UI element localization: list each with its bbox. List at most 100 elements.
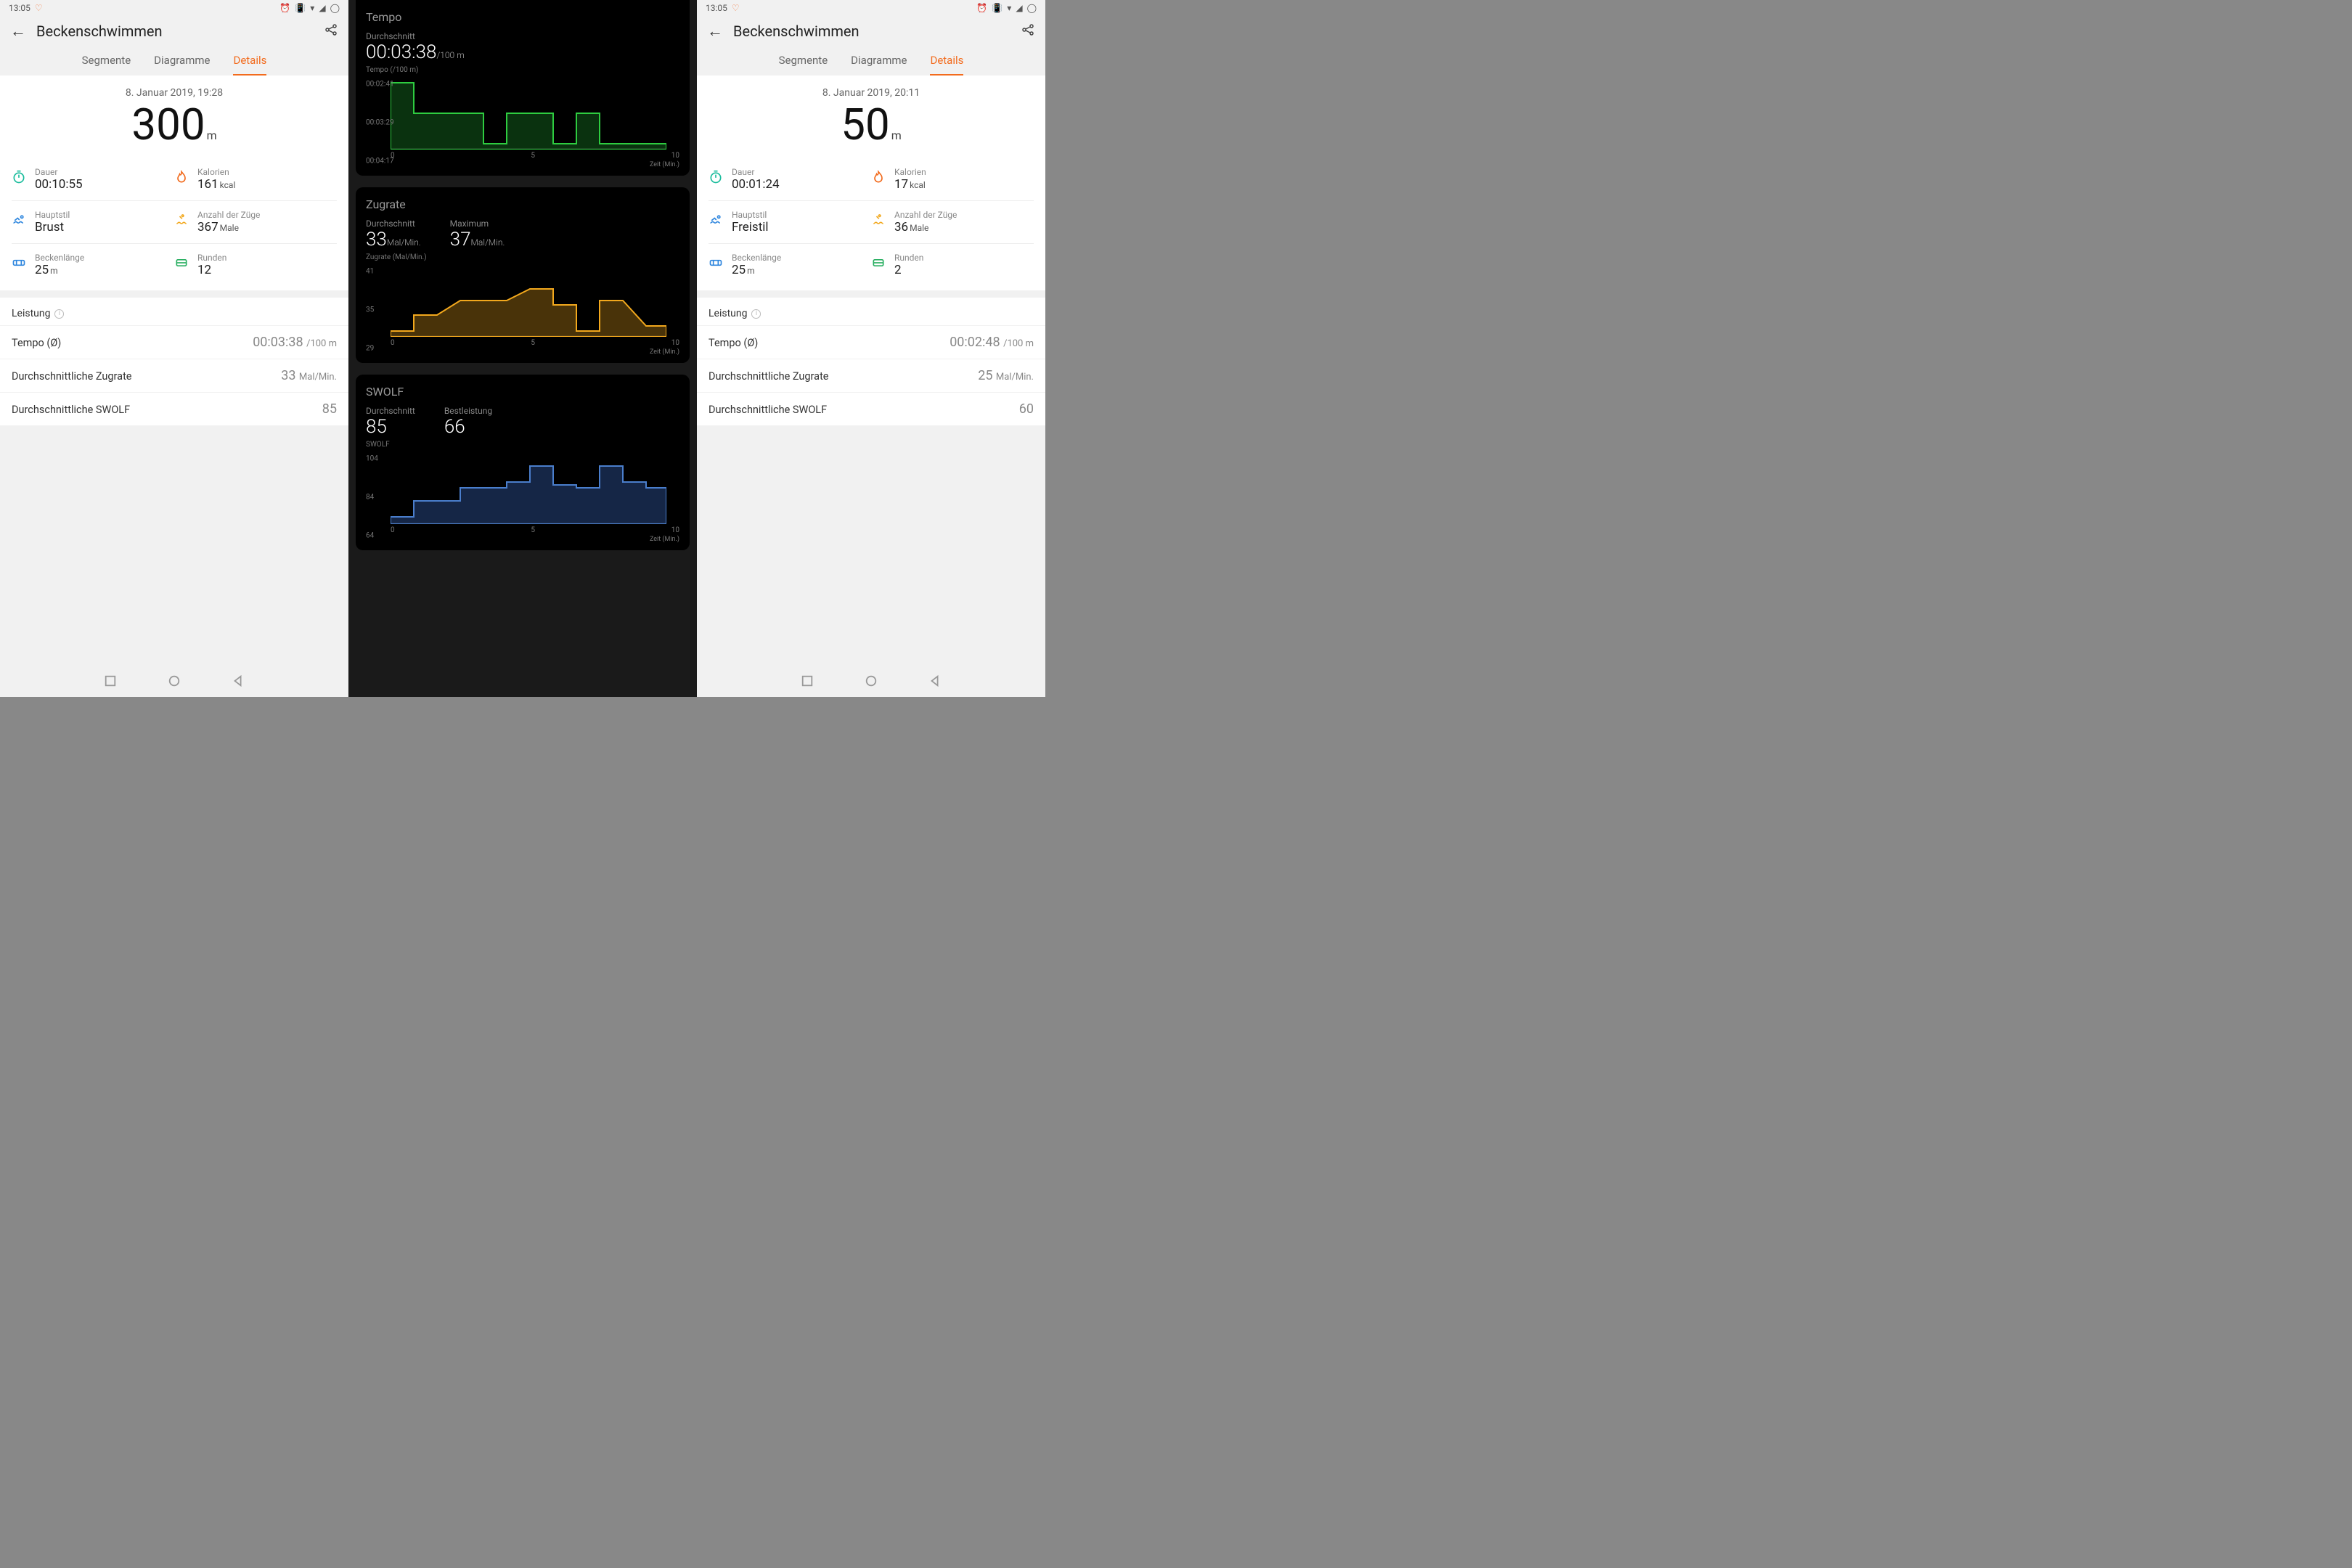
signal-icon: ◢ <box>1016 3 1022 13</box>
card-zugrate: Zugrate Durchschnitt 33Mal/Min. Maximum … <box>356 187 690 363</box>
perf-tempo: Tempo (Ø) 00:02:48 /100 m <box>697 325 1045 359</box>
flame-icon <box>174 170 189 184</box>
phone-right: 13:05 ♡ ⏰ 📳 ▾ ◢ ◯ ← Beckenschwimmen Segm… <box>697 0 1045 697</box>
distance-value: 50 <box>841 99 889 150</box>
distance-unit: m <box>891 128 902 142</box>
status-bar: 13:05 ♡ ⏰ 📳 ▾ ◢ ◯ <box>697 0 1045 16</box>
heart-icon: ♡ <box>35 3 43 13</box>
info-icon[interactable]: i <box>54 309 64 319</box>
tab-segmente[interactable]: Segmente <box>779 54 828 75</box>
phone-left: 13:05 ♡ ⏰ 📳 ▾ ◢ ◯ ← Beckenschwimmen Segm… <box>0 0 348 697</box>
zugrate-max-label: Maximum <box>450 219 505 229</box>
battery-icon: ◯ <box>1027 3 1037 13</box>
stat-zuege: Anzahl der Züge36Male <box>871 200 1034 243</box>
tempo-avg-label: Durchschnitt <box>366 31 465 41</box>
swolf-title: SWOLF <box>366 385 679 399</box>
tabs: Segmente Diagramme Details <box>697 46 1045 75</box>
swolf-best-label: Bestleistung <box>444 406 492 416</box>
perf-zugrate: Durchschnittliche Zugrate 33 Mal/Min. <box>0 359 348 392</box>
perf-swolf: Durchschnittliche SWOLF 60 <box>697 392 1045 425</box>
app-header: ← Beckenschwimmen <box>697 16 1045 46</box>
stat-hauptstil: HauptstilFreistil <box>709 200 871 243</box>
alarm-icon: ⏰ <box>279 3 290 13</box>
nav-home-icon[interactable] <box>168 674 181 687</box>
stat-dauer: Dauer00:01:24 <box>709 158 871 200</box>
tab-diagramme[interactable]: Diagramme <box>851 54 907 75</box>
tempo-avg-value: 00:03:38 <box>366 41 436 63</box>
status-time: 13:05 <box>706 3 727 13</box>
vibrate-icon: 📳 <box>992 3 1003 13</box>
strokes-icon <box>871 213 886 227</box>
page-title: Beckenschwimmen <box>733 23 1010 40</box>
perf-swolf: Durchschnittliche SWOLF 85 <box>0 392 348 425</box>
alarm-icon: ⏰ <box>976 3 987 13</box>
swolf-best-value: 66 <box>444 416 492 438</box>
tempo-sub: Tempo (/100 m) <box>366 66 679 74</box>
info-icon[interactable]: i <box>751 309 761 319</box>
laps-icon <box>871 256 886 270</box>
swolf-avg-label: Durchschnitt <box>366 406 415 416</box>
zugrate-chart[interactable]: 41 35 29 0510 Zeit (Min.) <box>366 264 679 356</box>
tempo-chart[interactable]: 00:02:41 00:03:29 00:04:17 0510 Zeit (Mi… <box>366 77 679 168</box>
tempo-title: Tempo <box>366 10 679 24</box>
page-title: Beckenschwimmen <box>36 23 314 40</box>
performance-section: Leistungi Tempo (Ø) 00:03:38 /100 m Durc… <box>0 298 348 425</box>
heart-icon: ♡ <box>732 3 740 13</box>
distance-total: 300m <box>0 103 348 158</box>
tab-segmente[interactable]: Segmente <box>82 54 131 75</box>
card-tempo: Tempo Durchschnitt 00:03:38/100 m Tempo … <box>356 0 690 176</box>
status-bar: 13:05 ♡ ⏰ 📳 ▾ ◢ ◯ <box>0 0 348 16</box>
stat-zuege: Anzahl der Züge367Male <box>174 200 337 243</box>
tab-diagramme[interactable]: Diagramme <box>154 54 210 75</box>
back-icon[interactable]: ← <box>10 22 26 41</box>
wifi-icon: ▾ <box>1007 3 1011 13</box>
tab-details[interactable]: Details <box>930 54 963 75</box>
back-icon[interactable]: ← <box>707 22 723 41</box>
summary-card: 8. Januar 2019, 20:11 50m Dauer00:01:24 … <box>697 75 1045 290</box>
signal-icon: ◢ <box>319 3 325 13</box>
swolf-chart-svg <box>391 452 666 524</box>
summary-card: 8. Januar 2019, 19:28 300m Dauer00:10:55… <box>0 75 348 290</box>
strokes-icon <box>174 213 189 227</box>
card-swolf: SWOLF Durchschnitt 85 Bestleistung 66 SW… <box>356 375 690 550</box>
nav-back-icon[interactable] <box>232 674 245 687</box>
tab-details[interactable]: Details <box>233 54 266 75</box>
swolf-chart[interactable]: 104 84 64 0510 Zeit (Min.) <box>366 452 679 543</box>
distance-value: 300 <box>131 99 205 150</box>
swolf-avg-value: 85 <box>366 416 415 438</box>
nav-recent-icon[interactable] <box>104 674 117 687</box>
share-icon[interactable] <box>1021 23 1035 41</box>
nav-recent-icon[interactable] <box>801 674 814 687</box>
flame-icon <box>871 170 886 184</box>
zugrate-max-value: 37 <box>450 229 471 250</box>
swimmer-icon <box>709 213 723 227</box>
zugrate-title: Zugrate <box>366 197 679 211</box>
android-navbar <box>697 665 1045 697</box>
stat-kalorien: Kalorien17kcal <box>871 158 1034 200</box>
pool-length-icon <box>709 256 723 270</box>
pool-length-icon <box>12 256 26 270</box>
zugrate-sub: Zugrate (Mal/Min.) <box>366 253 679 261</box>
stat-hauptstil: HauptstilBrust <box>12 200 174 243</box>
status-time: 13:05 <box>9 3 30 13</box>
wifi-icon: ▾ <box>310 3 314 13</box>
zugrate-avg-label: Durchschnitt <box>366 219 421 229</box>
stopwatch-icon <box>709 170 723 184</box>
swolf-xlabel: Zeit (Min.) <box>391 536 679 543</box>
tempo-xlabel: Zeit (Min.) <box>391 161 679 168</box>
nav-home-icon[interactable] <box>865 674 878 687</box>
stat-kalorien: Kalorien161kcal <box>174 158 337 200</box>
zugrate-xlabel: Zeit (Min.) <box>391 348 679 356</box>
distance-unit: m <box>207 128 217 142</box>
share-icon[interactable] <box>324 23 338 41</box>
battery-icon: ◯ <box>330 3 340 13</box>
nav-back-icon[interactable] <box>928 674 942 687</box>
swolf-sub: SWOLF <box>366 441 679 449</box>
stopwatch-icon <box>12 170 26 184</box>
phone-middle: Tempo Durchschnitt 00:03:38/100 m Tempo … <box>348 0 697 697</box>
android-navbar <box>0 665 348 697</box>
zugrate-avg-value: 33 <box>366 229 387 250</box>
tempo-chart-svg <box>391 77 666 150</box>
zugrate-chart-svg <box>391 264 666 337</box>
stat-beckenlaenge: Beckenlänge25m <box>12 243 174 286</box>
